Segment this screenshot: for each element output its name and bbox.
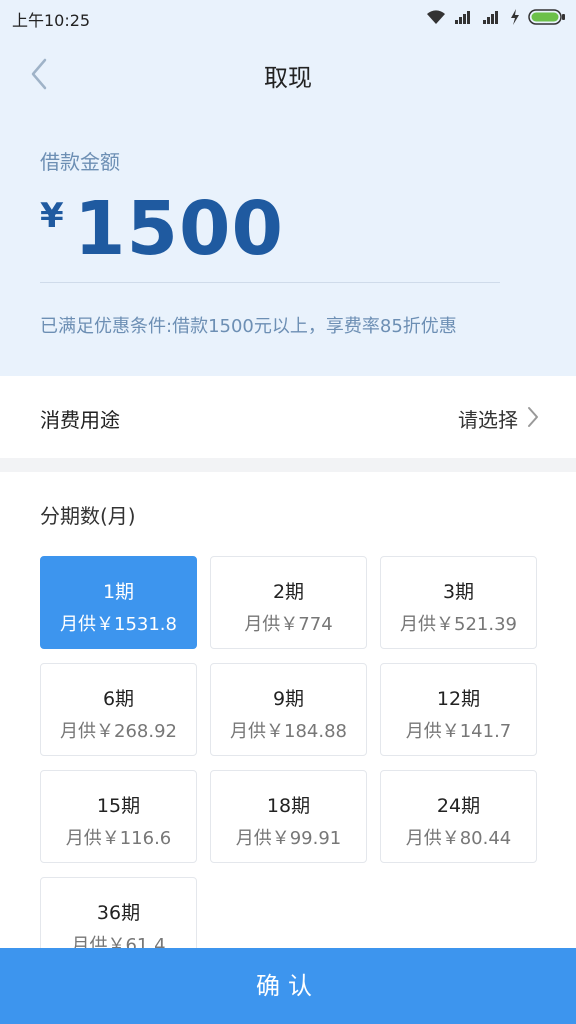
signal-icon [483, 11, 498, 24]
term-option-1[interactable]: 1期 月供￥1531.8 [40, 556, 197, 649]
term-payment: 月供￥80.44 [405, 828, 512, 849]
signal-icon [455, 11, 470, 24]
term-label: 6期 [102, 688, 135, 710]
installment-title: 分期数(月) [40, 504, 136, 528]
term-payment: 月供￥774 [244, 614, 333, 635]
confirm-button[interactable]: 确认 [0, 948, 576, 1024]
term-payment: 月供￥99.91 [235, 828, 342, 849]
amount-label: 借款金额 [40, 150, 120, 174]
battery-icon [528, 9, 565, 25]
term-option-18[interactable]: 18期 月供￥99.91 [210, 770, 367, 863]
term-label: 1期 [102, 581, 135, 603]
term-option-24[interactable]: 24期 月供￥80.44 [380, 770, 537, 863]
wifi-icon [427, 10, 445, 24]
term-label: 2期 [272, 581, 305, 603]
loan-header: 上午10:25 取现 借款金额 ¥ 1500 已满足优惠条件:借款1500元以上… [0, 0, 576, 376]
amount-divider [40, 282, 500, 283]
term-payment: 月供￥1531.8 [60, 614, 177, 635]
status-time: 上午10:25 [12, 11, 91, 30]
loan-amount[interactable]: 1500 [74, 186, 284, 272]
term-label: 15期 [96, 795, 141, 817]
term-label: 18期 [266, 795, 311, 817]
purpose-select[interactable]: 请选择 [458, 404, 518, 433]
term-option-9[interactable]: 9期 月供￥184.88 [210, 663, 367, 756]
term-payment: 月供￥268.92 [60, 721, 177, 742]
term-payment: 月供￥521.39 [400, 614, 517, 635]
term-payment: 月供￥141.7 [405, 721, 512, 742]
term-payment: 月供￥116.6 [65, 828, 172, 849]
term-label: 24期 [436, 795, 481, 817]
term-label: 12期 [436, 688, 481, 710]
promo-text: 已满足优惠条件:借款1500元以上，享费率85折优惠 [40, 316, 457, 337]
navigation-bar: 取现 [0, 44, 576, 104]
term-label: 9期 [272, 688, 305, 710]
status-icons [426, 7, 566, 27]
term-option-6[interactable]: 6期 月供￥268.92 [40, 663, 197, 756]
purpose-label: 消费用途 [40, 408, 120, 432]
purpose-row[interactable]: 消费用途 请选择 [0, 376, 576, 458]
term-label: 3期 [442, 581, 475, 603]
term-option-15[interactable]: 15期 月供￥116.6 [40, 770, 197, 863]
charging-icon [511, 9, 519, 25]
term-option-3[interactable]: 3期 月供￥521.39 [380, 556, 537, 649]
term-option-12[interactable]: 12期 月供￥141.7 [380, 663, 537, 756]
term-payment: 月供￥184.88 [230, 721, 347, 742]
term-label: 36期 [96, 902, 141, 924]
status-bar: 上午10:25 [0, 0, 576, 34]
installment-section: 分期数(月) 1期 月供￥1531.8 2期 月供￥774 3期 月供￥521.… [0, 472, 576, 1024]
term-option-2[interactable]: 2期 月供￥774 [210, 556, 367, 649]
currency-symbol: ¥ [40, 196, 64, 236]
chevron-right-icon [528, 407, 538, 427]
page-title: 取现 [264, 64, 312, 92]
